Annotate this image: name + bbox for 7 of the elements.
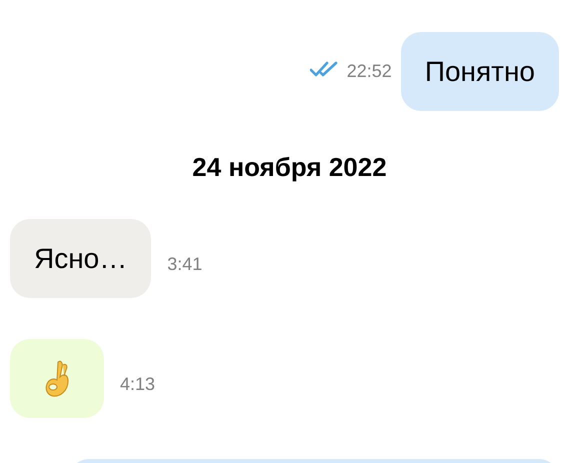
- message-time: 4:13: [120, 374, 156, 395]
- message-bubble: Ясно…: [10, 219, 152, 298]
- date-separator: 24 ноября 2022: [191, 152, 387, 183]
- message-time: 22:52: [346, 61, 392, 82]
- message-time: 3:41: [167, 254, 202, 275]
- message-bubble: Понятно: [400, 32, 559, 111]
- ok-hand-icon: [44, 358, 70, 398]
